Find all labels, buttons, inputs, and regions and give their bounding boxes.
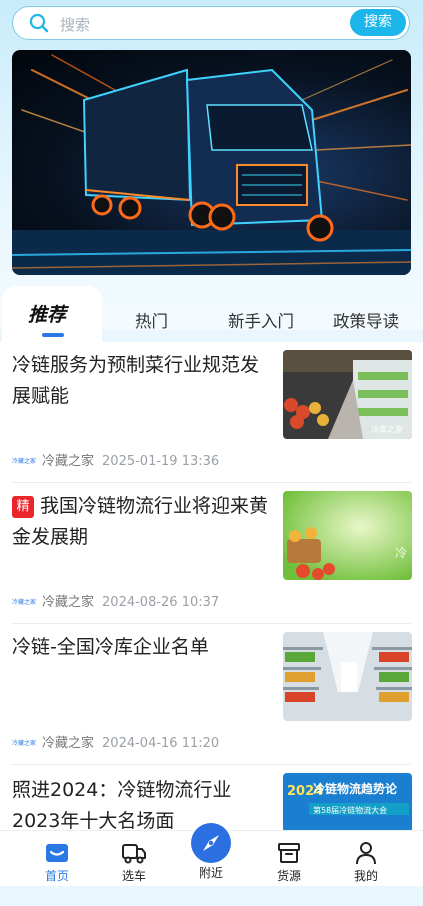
banner-carousel[interactable] bbox=[12, 50, 411, 275]
article-thumbnail[interactable] bbox=[283, 632, 412, 721]
banner-image-truck bbox=[12, 54, 411, 275]
article-meta: 冷藏之家 冷藏之家 2024-04-16 11:20 bbox=[12, 732, 219, 751]
source-logo: 冷藏之家 bbox=[12, 599, 37, 606]
article-feed: 冷链服务为预制菜行业规范发展赋能 冷藏之家 冷藏之家 2025-01-19 13:3… bbox=[0, 342, 423, 833]
home-icon bbox=[46, 844, 68, 862]
article-meta: 冷藏之家 冷藏之家 2025-01-19 13:36 bbox=[12, 450, 219, 469]
article-source: 冷藏之家 bbox=[42, 454, 95, 469]
article-thumbnail[interactable]: 冷 bbox=[283, 491, 412, 580]
list-item[interactable]: 冷链服务为预制菜行业规范发展赋能 冷藏之家 冷藏之家 2025-01-19 13:3… bbox=[0, 342, 423, 483]
nav-label: 首页 bbox=[44, 869, 69, 883]
compass-icon bbox=[203, 835, 219, 851]
article-title-text: 我国冷链物流行业将迎来黄金发展期 bbox=[12, 495, 269, 548]
article-title[interactable]: 冷链-全国冷库企业名单 bbox=[12, 632, 270, 663]
article-thumbnail[interactable]: 2024 冷链物流趋势论 第58届冷链物流大会 bbox=[283, 773, 412, 833]
box-icon bbox=[278, 843, 300, 863]
article-thumbnail[interactable]: 冷库之家 bbox=[283, 350, 412, 439]
nav-label: 我的 bbox=[353, 869, 378, 883]
article-source: 冷藏之家 bbox=[42, 595, 95, 610]
article-meta: 冷藏之家 冷藏之家 2024-08-26 10:37 bbox=[12, 591, 219, 610]
nearby-fab[interactable] bbox=[191, 823, 231, 863]
search-icon bbox=[29, 13, 49, 33]
article-title[interactable]: 照进2024：冷链物流行业2023年十大名场面 bbox=[12, 775, 270, 837]
featured-badge: 精 bbox=[12, 496, 34, 518]
user-icon bbox=[356, 842, 376, 865]
article-date: 2025-01-19 13:36 bbox=[102, 454, 220, 469]
list-item[interactable]: 冷链-全国冷库企业名单 冷藏之家 冷藏之家 2024-04-16 11:20 bbox=[0, 624, 423, 765]
bottom-navigation: 首页 选车 附近 货源 我的 bbox=[0, 823, 423, 886]
tab-recommended[interactable]: 推荐 bbox=[2, 286, 102, 342]
nav-label: 选车 bbox=[121, 869, 146, 883]
nav-label: 附近 bbox=[198, 866, 223, 880]
article-source: 冷藏之家 bbox=[42, 736, 95, 751]
tab-policy[interactable]: 政策导读 bbox=[333, 308, 399, 332]
article-title[interactable]: 精我国冷链物流行业将迎来黄金发展期 bbox=[12, 491, 270, 553]
nav-label: 货源 bbox=[276, 869, 301, 883]
tab-label: 推荐 bbox=[28, 304, 67, 326]
article-date: 2024-04-16 11:20 bbox=[102, 736, 220, 751]
source-logo: 冷藏之家 bbox=[12, 458, 37, 465]
tab-beginner[interactable]: 新手入门 bbox=[228, 308, 294, 332]
thumbnail-watermark: 冷链物流趋势论 bbox=[313, 781, 398, 796]
category-tabs: 推荐 热门 新手入门 政策导读 bbox=[0, 286, 423, 342]
truck-icon bbox=[122, 844, 146, 864]
search-input[interactable]: 搜索 bbox=[60, 14, 90, 35]
tab-hot[interactable]: 热门 bbox=[135, 308, 168, 332]
thumbnail-watermark: 冷 bbox=[395, 546, 407, 560]
search-button[interactable]: 搜索 bbox=[350, 9, 406, 36]
article-title[interactable]: 冷链服务为预制菜行业规范发展赋能 bbox=[12, 350, 270, 412]
list-item[interactable]: 精我国冷链物流行业将迎来黄金发展期 冷藏之家 冷藏之家 2024-08-26 10:… bbox=[0, 483, 423, 624]
thumbnail-watermark: 冷库之家 bbox=[371, 424, 403, 434]
source-logo: 冷藏之家 bbox=[12, 740, 37, 747]
active-tab-indicator bbox=[42, 333, 64, 337]
article-date: 2024-08-26 10:37 bbox=[102, 595, 220, 610]
thumbnail-subcaption: 第58届冷链物流大会 bbox=[313, 805, 387, 815]
search-bar[interactable]: 搜索 搜索 bbox=[12, 6, 410, 40]
